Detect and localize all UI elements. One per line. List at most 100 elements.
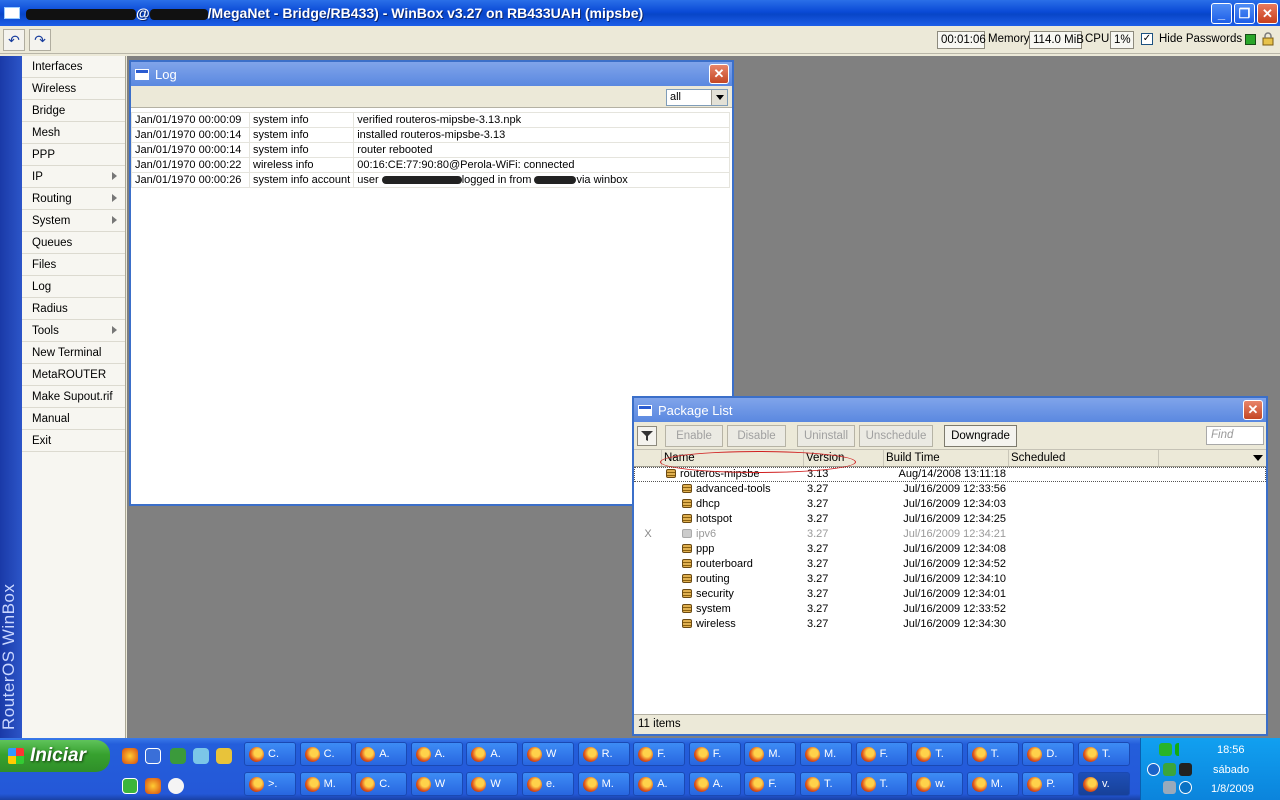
package-row-routing[interactable]: routing 3.27 Jul/16/2009 12:34:10 [634,572,1266,587]
taskbar-button[interactable]: A. [355,742,408,766]
chevron-left-icon[interactable] [1147,763,1160,776]
columns-dropdown-icon[interactable] [1253,455,1263,461]
start-button[interactable]: Iniciar [0,740,110,772]
package-row-ppp[interactable]: ppp 3.27 Jul/16/2009 12:34:08 [634,542,1266,557]
redo-button[interactable]: ↷ [29,29,51,51]
taskbar-button[interactable]: F. [688,742,741,766]
package-row-system[interactable]: system 3.27 Jul/16/2009 12:33:52 [634,602,1266,617]
taskbar-button[interactable]: M. [744,742,797,766]
chevron-down-icon[interactable] [711,90,727,105]
log-row[interactable]: Jan/01/1970 00:00:22 wireless info 00:16:C… [131,157,731,173]
column-header-build-time[interactable]: Build Time [884,450,1009,466]
taskbar-button[interactable]: T. [1078,742,1130,766]
taskbar-button[interactable]: T. [800,772,852,796]
log-row[interactable]: Jan/01/1970 00:00:14 system info installed… [131,127,731,143]
package-row-hotspot[interactable]: hotspot 3.27 Jul/16/2009 12:34:25 [634,512,1266,527]
menu-item-interfaces[interactable]: Interfaces [22,56,125,78]
taskbar-button[interactable]: W [466,772,519,796]
taskbar-button[interactable]: T. [966,742,1019,766]
taskbar-button[interactable]: D. [1022,742,1075,766]
taskbar-button[interactable]: C. [299,742,352,766]
taskbar-button[interactable]: C. [355,772,408,796]
taskbar-button[interactable]: F. [633,742,686,766]
log-row[interactable]: Jan/01/1970 00:00:09 system info verified … [131,112,731,128]
network-tray-icon[interactable] [1159,743,1172,756]
taskbar-button[interactable]: A. [633,772,686,796]
minimize-button[interactable]: _ [1211,3,1232,24]
close-button[interactable]: ✕ [1257,3,1278,24]
unschedule-button[interactable]: Unschedule [859,425,933,447]
menu-item-ppp[interactable]: PPP [22,144,125,166]
taskbar-button[interactable]: F. [744,772,797,796]
undo-button[interactable]: ↶ [3,29,25,51]
tool-quicklaunch-icon[interactable] [216,748,232,764]
log-row[interactable]: Jan/01/1970 00:00:26 system info account u… [131,172,731,188]
menu-item-exit[interactable]: Exit [22,430,125,452]
uninstall-button[interactable]: Uninstall [797,425,855,447]
package-close-button[interactable]: ✕ [1243,400,1263,420]
menu-item-log[interactable]: Log [22,276,125,298]
security-tray-icon[interactable] [1163,763,1176,776]
menu-item-make-supout-rif[interactable]: Make Supout.rif [22,386,125,408]
menu-item-radius[interactable]: Radius [22,298,125,320]
package-row-routerboard[interactable]: routerboard 3.27 Jul/16/2009 12:34:52 [634,557,1266,572]
desktop-quicklaunch-icon[interactable] [122,778,138,794]
disable-button[interactable]: Disable [727,425,786,447]
window-titlebar[interactable]: @/MegaNet - Bridge/RB433) - WinBox v3.27… [0,0,1280,26]
package-row-ipv6[interactable]: Xipv6 3.27 Jul/16/2009 12:34:21 [634,527,1266,542]
taskbar-button[interactable]: T. [855,772,908,796]
taskbar-button[interactable]: A. [466,742,519,766]
explorer-quicklaunch-icon[interactable] [145,748,161,764]
firefox-quicklaunch-icon[interactable] [122,748,138,764]
taskbar-button[interactable]: M. [966,772,1019,796]
media-quicklaunch-icon[interactable] [168,778,184,794]
network-quicklaunch-icon[interactable] [193,748,209,764]
taskbar-button[interactable]: F. [855,742,908,766]
taskbar-button[interactable]: v. [1078,772,1130,796]
enable-button[interactable]: Enable [665,425,723,447]
filter-button[interactable] [637,426,657,446]
taskbar-button[interactable]: A. [688,772,741,796]
menu-item-metarouter[interactable]: MetaROUTER [22,364,125,386]
taskbar-button[interactable]: R. [577,742,630,766]
firefox-quicklaunch-icon-2[interactable] [145,778,161,794]
package-row-wireless[interactable]: wireless 3.27 Jul/16/2009 12:34:30 [634,617,1266,632]
speaker-tray-icon[interactable] [1163,781,1176,794]
downgrade-button[interactable]: Downgrade [944,425,1017,447]
menu-item-bridge[interactable]: Bridge [22,100,125,122]
taskbar-button[interactable]: W [522,742,574,766]
column-header-scheduled[interactable]: Scheduled [1009,450,1159,466]
menu-item-files[interactable]: Files [22,254,125,276]
menu-item-manual[interactable]: Manual [22,408,125,430]
clock-time[interactable]: 18:56 [1217,744,1245,756]
menu-item-mesh[interactable]: Mesh [22,122,125,144]
app-quicklaunch-icon[interactable] [170,748,186,764]
log-row[interactable]: Jan/01/1970 00:00:14 system info router re… [131,142,731,158]
restore-button[interactable]: ❐ [1234,3,1255,24]
log-topic-select[interactable]: all [666,89,728,106]
log-window-titlebar[interactable]: Log ✕ [131,62,732,86]
taskbar-button[interactable]: C. [244,742,296,766]
menu-item-wireless[interactable]: Wireless [22,78,125,100]
taskbar-button[interactable]: w. [911,772,964,796]
package-window-titlebar[interactable]: Package List ✕ [634,398,1266,422]
taskbar-button[interactable]: A. [410,742,463,766]
taskbar-button[interactable]: T. [911,742,964,766]
taskbar-button[interactable]: M. [577,772,630,796]
wifi-signal-icon[interactable] [1175,743,1188,756]
taskbar-button[interactable]: W [410,772,463,796]
menu-item-queues[interactable]: Queues [22,232,125,254]
taskbar-button[interactable]: e. [522,772,574,796]
menu-item-tools[interactable]: Tools [22,320,125,342]
taskbar-button[interactable]: M. [800,742,852,766]
messenger-tray-icon[interactable] [1179,781,1192,794]
menu-item-routing[interactable]: Routing [22,188,125,210]
menu-item-ip[interactable]: IP [22,166,125,188]
menu-item-system[interactable]: System [22,210,125,232]
taskbar-button[interactable]: P. [1022,772,1075,796]
package-row-advanced-tools[interactable]: advanced-tools 3.27 Jul/16/2009 12:33:56 [634,482,1266,497]
menu-item-new-terminal[interactable]: New Terminal [22,342,125,364]
hide-passwords-checkbox[interactable]: ✓ [1141,33,1153,45]
app-tray-icon[interactable] [1179,763,1192,776]
column-header-flag[interactable] [634,450,662,466]
